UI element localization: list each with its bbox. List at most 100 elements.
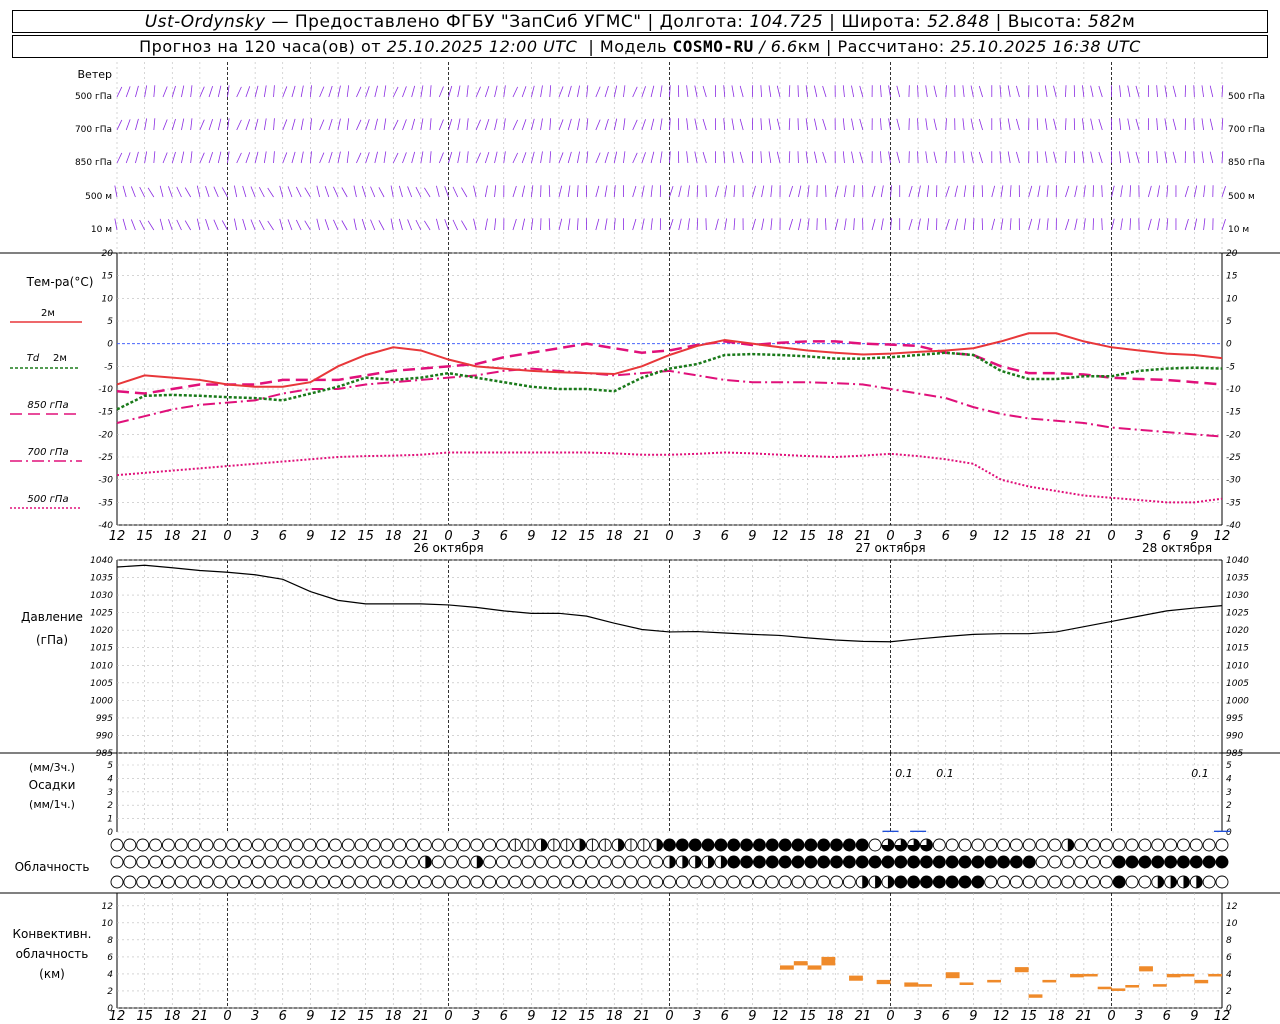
wind-barb — [147, 220, 155, 231]
cloud-symbol — [1164, 838, 1178, 852]
wind-barb — [768, 85, 772, 98]
legend-500-label: 500 гПа — [27, 494, 68, 505]
cloud-symbol — [328, 875, 342, 889]
conv-bar — [945, 972, 960, 979]
x-tick-label: 18 — [827, 1009, 844, 1024]
x-tick-label: 21 — [855, 1009, 872, 1024]
wind-barb — [760, 118, 762, 131]
precip-bar — [910, 830, 927, 832]
cloud-symbol — [1009, 855, 1023, 869]
y-tick-label: 1005 — [90, 679, 113, 689]
wind-barb — [859, 118, 864, 131]
wind-barb — [945, 118, 947, 131]
wind-barb — [613, 218, 616, 231]
wind-barb — [825, 185, 827, 198]
cloud-symbol — [187, 838, 201, 852]
wind-barb — [733, 218, 736, 231]
y-tick-label: 12 — [1226, 902, 1238, 912]
cloud-symbol — [624, 855, 638, 869]
wind-barb — [567, 85, 572, 98]
wind-barb — [1209, 118, 1214, 131]
wind-barb — [1193, 185, 1198, 198]
cloud-symbol — [1138, 838, 1152, 852]
wind-barb — [788, 85, 791, 98]
wind-barb — [972, 218, 975, 231]
x-tick-label: 15 — [578, 1009, 595, 1024]
cloud-symbol — [213, 838, 227, 852]
wind-barb — [1129, 185, 1132, 198]
y-tick-label: 1010 — [1226, 661, 1249, 671]
cloud-symbol — [675, 875, 689, 889]
x-tick-label: 9 — [748, 529, 756, 544]
cloud-symbol — [624, 875, 638, 889]
wind-barb — [324, 219, 330, 231]
y-tick-label: 1020 — [1226, 626, 1249, 636]
wind-level-label: 10 м — [1228, 225, 1249, 235]
wind-barb — [1135, 118, 1140, 131]
wind-barb — [365, 86, 370, 98]
wind-barb — [254, 85, 259, 98]
wind-barb — [444, 186, 449, 198]
wind-title: Ветер — [78, 68, 112, 81]
wind-barb — [116, 119, 123, 131]
cloud-symbol-fill — [720, 856, 727, 868]
cloud-symbol — [740, 875, 754, 889]
wind-barb — [319, 119, 325, 131]
wind-barb — [1127, 118, 1131, 131]
wind-barb — [844, 185, 847, 198]
wind-barb — [834, 185, 839, 198]
wind-barb — [236, 152, 242, 164]
y-tick-label: -35 — [98, 498, 113, 508]
wind-barb — [236, 86, 242, 98]
wind-barb — [798, 218, 802, 231]
x-tick-label: 15 — [136, 529, 153, 544]
x-tick-label: 0 — [1107, 529, 1115, 544]
cloud-symbol — [431, 838, 445, 852]
wind-barb — [1090, 118, 1094, 131]
wind-barb — [549, 151, 552, 164]
wind-barb — [1166, 218, 1169, 231]
x-tick-label: 18 — [164, 1009, 181, 1024]
wind-barb — [168, 219, 173, 231]
cloud-symbol-fill — [1170, 876, 1177, 888]
y-tick-label: 1 — [107, 815, 113, 825]
wind-barb — [374, 118, 378, 131]
wind-barb — [880, 185, 884, 198]
wind-barb — [669, 118, 671, 131]
wind-barb — [715, 218, 719, 231]
wind-barb — [1065, 218, 1070, 231]
wind-barb — [1046, 185, 1049, 198]
cloud-symbol — [187, 855, 201, 869]
cloud-symbol — [598, 855, 612, 869]
cloud-symbol — [791, 875, 805, 889]
wind-barb — [494, 185, 497, 198]
wind-barb — [595, 152, 601, 164]
cloud-symbol — [1138, 875, 1152, 889]
wind-barb — [853, 185, 855, 198]
wind-barb — [751, 218, 756, 231]
wind-barb — [659, 118, 663, 131]
cloud-symbol — [380, 855, 394, 869]
wind-barb — [159, 218, 164, 231]
cloud-symbol — [663, 838, 676, 852]
wind-barb — [963, 218, 967, 231]
conv-bar — [780, 965, 794, 970]
wind-barb — [282, 86, 288, 98]
wind-barb — [466, 118, 469, 131]
cloud-symbol — [752, 875, 766, 889]
conv-bar — [1166, 973, 1181, 978]
cloud-symbol-fill — [425, 856, 432, 868]
cloud-symbol — [110, 838, 124, 852]
conv-bar — [821, 956, 836, 966]
y-tick-label: 5 — [107, 761, 113, 771]
y-tick-label: 1030 — [1226, 591, 1249, 601]
wind-barb — [378, 187, 385, 198]
y-tick-label: 995 — [96, 714, 113, 724]
wind-barb — [420, 118, 424, 131]
wind-barb — [1119, 118, 1122, 131]
cloud-symbol — [984, 875, 998, 889]
wind-barb — [970, 151, 974, 164]
wind-barb — [694, 151, 698, 164]
x-tick-label: 18 — [1048, 529, 1065, 544]
cloud-symbol — [1202, 855, 1216, 869]
